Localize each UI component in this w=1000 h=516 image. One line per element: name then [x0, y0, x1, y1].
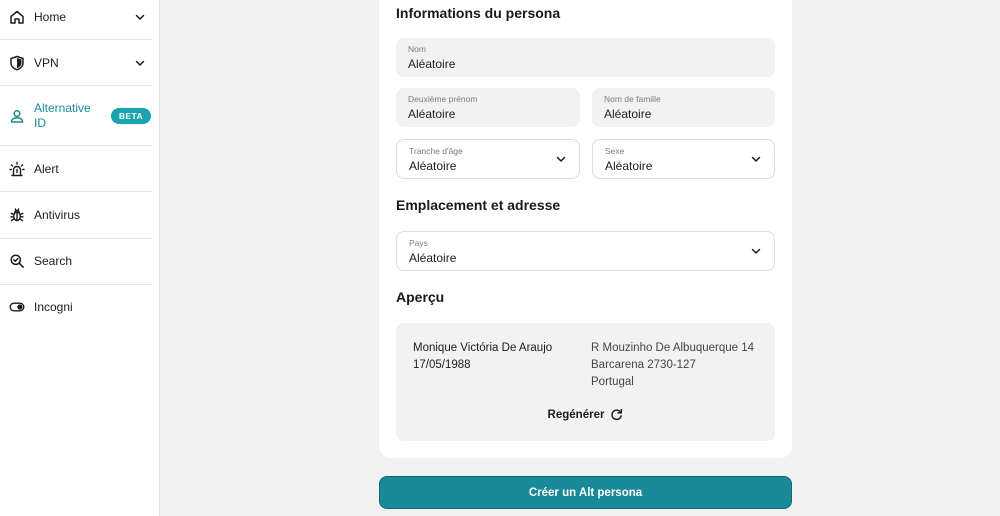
sidebar-item-vpn[interactable]: VPN	[0, 55, 152, 71]
country-select[interactable]: Pays Aléatoire	[396, 231, 775, 271]
chevron-down-icon	[750, 245, 762, 257]
sidebar-item-antivirus[interactable]: Antivirus	[0, 207, 152, 223]
toggle-icon	[9, 299, 25, 315]
field-label: Tranche d'âge	[409, 146, 463, 156]
alert-icon	[9, 161, 25, 177]
sidebar-item-label: Antivirus	[34, 207, 81, 222]
create-alt-persona-button[interactable]: Créer un Alt persona	[379, 476, 792, 509]
regenerate-label: Regénérer	[547, 408, 605, 421]
field-label: Nom	[408, 44, 426, 54]
sidebar: Home VPN Alternative ID BETA Alert Antiv…	[0, 0, 160, 516]
field-value: Aléatoire	[408, 107, 456, 121]
sidebar-item-alternative-id[interactable]: Alternative ID BETA	[0, 100, 152, 132]
first-name-field[interactable]: Nom Aléatoire	[396, 38, 775, 77]
sidebar-item-incogni[interactable]: Incogni	[0, 299, 152, 315]
persona-info-title: Informations du persona	[396, 5, 561, 21]
chevron-down-icon[interactable]	[134, 57, 146, 69]
chevron-down-icon[interactable]	[134, 11, 146, 23]
person-icon	[9, 108, 25, 124]
chevron-down-icon	[555, 153, 567, 165]
sidebar-item-label: Search	[34, 253, 73, 268]
last-name-field[interactable]: Nom de famille Aléatoire	[592, 88, 775, 127]
preview-address-line: Barcarena 2730-127	[591, 359, 696, 371]
field-label: Nom de famille	[604, 94, 661, 104]
shield-icon	[9, 55, 25, 71]
preview-name: Monique Victória De Araujo	[413, 342, 553, 354]
sidebar-item-search[interactable]: Search	[0, 253, 152, 269]
preview-address: R Mouzinho De Albuquerque 14 Barcarena 2…	[591, 340, 754, 391]
preview-birthdate: 17/05/1988	[413, 359, 471, 371]
field-value: Aléatoire	[605, 159, 653, 173]
chevron-down-icon	[750, 153, 762, 165]
field-value: Aléatoire	[409, 251, 457, 265]
sidebar-item-label: Alert	[34, 161, 59, 176]
persona-form-card: Informations du persona Nom Aléatoire De…	[379, 0, 792, 458]
field-value: Aléatoire	[604, 107, 652, 121]
sidebar-item-label: VPN	[34, 55, 59, 70]
search-icon	[9, 253, 25, 269]
divider	[0, 238, 152, 239]
location-title: Emplacement et adresse	[396, 197, 561, 213]
divider	[0, 39, 152, 40]
preview-address-line: Portugal	[591, 376, 634, 388]
divider	[0, 284, 152, 285]
sidebar-item-label: Alternative ID	[34, 101, 91, 130]
field-value: Aléatoire	[409, 159, 457, 173]
persona-preview: Monique Victória De Araujo 17/05/1988 R …	[396, 323, 775, 441]
sidebar-item-label: Home	[34, 9, 67, 24]
age-range-select[interactable]: Tranche d'âge Aléatoire	[396, 139, 580, 179]
refresh-icon	[611, 408, 623, 421]
field-value: Aléatoire	[408, 57, 456, 71]
preview-identity: Monique Victória De Araujo 17/05/1988	[413, 340, 552, 374]
divider	[0, 191, 152, 192]
preview-title: Aperçu	[396, 289, 445, 305]
bug-icon	[9, 207, 25, 223]
sex-select[interactable]: Sexe Aléatoire	[592, 139, 775, 179]
beta-badge: BETA	[110, 108, 151, 124]
middle-name-field[interactable]: Deuxième prénom Aléatoire	[396, 88, 580, 127]
divider	[0, 85, 152, 86]
field-label: Pays	[409, 238, 428, 248]
field-label: Deuxième prénom	[408, 94, 478, 104]
sidebar-item-home[interactable]: Home	[0, 9, 152, 25]
sidebar-item-label: Incogni	[34, 299, 73, 314]
regenerate-button[interactable]: Regénérer	[396, 408, 775, 421]
preview-address-line: R Mouzinho De Albuquerque 14	[591, 342, 755, 354]
field-label: Sexe	[605, 146, 625, 156]
sidebar-item-alert[interactable]: Alert	[0, 161, 152, 177]
divider	[0, 145, 152, 146]
home-icon	[9, 9, 25, 25]
